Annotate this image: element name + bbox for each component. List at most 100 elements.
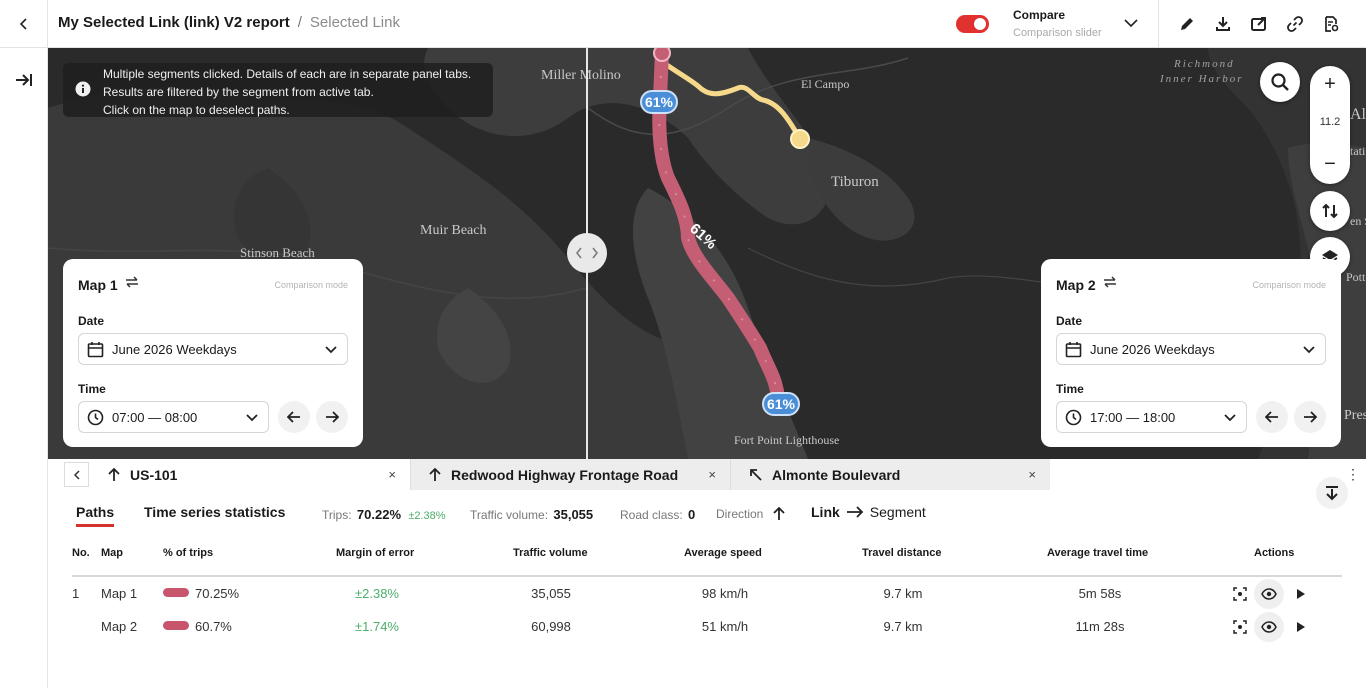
copy-link-button[interactable]	[1284, 13, 1306, 35]
close-tab-icon[interactable]: ×	[708, 467, 716, 482]
breadcrumb-current: Selected Link	[309, 14, 400, 31]
info-line: Results are filtered by the segment from…	[103, 85, 374, 99]
search-icon	[1271, 73, 1289, 91]
time-select[interactable]: 17:00 — 18:00	[1056, 401, 1247, 433]
table-row[interactable]: 1 Map 1 70.25% ±2.38% 35,055 98 km/h 9.7…	[72, 577, 1342, 610]
row-distance: 9.7 km	[883, 619, 923, 634]
place-label: Tiburon	[831, 174, 879, 190]
zoom-level: 11.2	[1319, 116, 1341, 128]
toggle-visibility-button[interactable]	[1254, 612, 1284, 642]
place-label: Inner Harbor	[1160, 73, 1244, 85]
route-end-badge[interactable]: 61%	[762, 392, 800, 416]
link-segment-toggle[interactable]: Link Segment	[811, 504, 926, 520]
calendar-icon	[87, 341, 104, 357]
previous-time-button[interactable]	[278, 401, 310, 433]
download-button[interactable]	[1212, 13, 1234, 35]
chevron-left-icon	[73, 469, 80, 480]
pencil-icon	[1181, 18, 1193, 30]
segment-tab-us101[interactable]: US-101 ×	[94, 459, 410, 490]
open-external-button[interactable]	[1248, 13, 1270, 35]
focus-path-button[interactable]	[1229, 583, 1251, 605]
chevron-down-icon	[1303, 346, 1315, 354]
tab-time-series[interactable]: Time series statistics	[144, 504, 285, 520]
more-options-icon[interactable]: ⋮	[1346, 466, 1360, 483]
comparison-mode-label: Comparison mode	[1252, 280, 1326, 290]
focus-path-button[interactable]	[1229, 616, 1251, 638]
swap-vertical-icon	[1322, 203, 1338, 219]
toggle-visibility-button[interactable]	[1254, 579, 1284, 609]
arrow-right-icon	[326, 411, 339, 423]
paths-table-header: No. Map % of trips Margin of error Traff…	[72, 544, 1342, 577]
zoom-in-button[interactable]: +	[1310, 66, 1350, 102]
info-icon	[75, 81, 91, 97]
time-label: Time	[78, 382, 106, 396]
time-label: Time	[1056, 382, 1084, 396]
map1-settings-panel: Map 1 Comparison mode Date June 2026 Wee…	[63, 259, 363, 447]
place-label: El Campo	[801, 77, 850, 91]
report-title[interactable]: My Selected Link (link) V2 report	[58, 14, 290, 31]
arrow-up-icon	[429, 467, 441, 482]
trips-color-swatch	[163, 621, 189, 630]
tabs-scroll-left-button[interactable]	[64, 462, 89, 487]
next-time-button[interactable]	[316, 401, 348, 433]
compare-dropdown-button[interactable]	[1122, 14, 1140, 37]
row-number: 1	[72, 586, 80, 601]
comparison-slider-handle[interactable]	[567, 233, 607, 273]
next-time-button[interactable]	[1294, 401, 1326, 433]
segment-tab-label: Almonte Boulevard	[772, 466, 901, 483]
chevron-left-icon	[19, 18, 27, 30]
back-button[interactable]	[0, 0, 48, 48]
direction-label: Direction	[716, 507, 764, 521]
previous-time-button[interactable]	[1256, 401, 1288, 433]
segment-tab-almonte[interactable]: Almonte Boulevard ×	[730, 459, 1050, 490]
arrow-left-icon	[287, 411, 300, 423]
expand-sidebar-button[interactable]	[8, 64, 40, 96]
chevron-down-icon	[325, 346, 337, 354]
compare-sublabel: Comparison slider	[1013, 27, 1102, 39]
breadcrumb: My Selected Link (link) V2 report / Select…	[58, 14, 400, 31]
time-select[interactable]: 07:00 — 08:00	[78, 401, 269, 433]
arrow-right-icon	[846, 506, 864, 518]
trips-color-swatch	[163, 588, 189, 597]
place-label: Pres	[1344, 408, 1366, 423]
play-path-button[interactable]	[1290, 583, 1312, 605]
swap-maps-button[interactable]	[125, 276, 139, 291]
tab-paths[interactable]: Paths	[76, 504, 115, 527]
route-start-badge[interactable]: 61%	[640, 90, 678, 114]
play-path-button[interactable]	[1290, 616, 1312, 638]
arrow-up-icon	[108, 467, 120, 482]
compare-toggle[interactable]	[956, 15, 989, 33]
chevron-left-icon	[576, 247, 582, 259]
segment-tab-label: US-101	[130, 466, 178, 483]
download-icon	[1216, 17, 1230, 31]
trips-error: ±2.38%	[408, 510, 446, 522]
swap-horizontal-icon	[1104, 276, 1116, 288]
segment-tab-redwood[interactable]: Redwood Highway Frontage Road ×	[410, 459, 730, 490]
map-search-button[interactable]	[1260, 62, 1300, 102]
time-value: 07:00 — 08:00	[112, 409, 198, 425]
collapse-panel-button[interactable]	[1316, 477, 1348, 509]
report-settings-button[interactable]	[1320, 13, 1342, 35]
date-select[interactable]: June 2026 Weekdays	[78, 333, 348, 365]
toolbar-divider	[1158, 0, 1159, 48]
info-line: Multiple segments clicked. Details of ea…	[103, 67, 472, 81]
column-header: Travel distance	[862, 547, 942, 559]
zoom-out-button[interactable]: −	[1310, 146, 1350, 182]
compare-selector[interactable]: Compare Comparison slider	[1013, 8, 1102, 39]
place-label: Potte	[1346, 270, 1366, 284]
chevron-down-icon	[1124, 19, 1138, 28]
close-tab-icon[interactable]: ×	[388, 467, 396, 482]
close-tab-icon[interactable]: ×	[1028, 467, 1036, 482]
row-volume: 35,055	[531, 586, 571, 601]
swap-maps-button[interactable]	[1103, 276, 1117, 291]
info-banner: Multiple segments clicked. Details of ea…	[63, 63, 493, 117]
map-view[interactable]: Miller Molino El Campo Richmond Inner Ha…	[48, 48, 1366, 459]
swap-direction-button[interactable]	[1310, 191, 1350, 231]
time-value: 17:00 — 18:00	[1090, 409, 1176, 425]
edit-button[interactable]	[1176, 13, 1198, 35]
link-icon	[1287, 16, 1303, 32]
top-bar: My Selected Link (link) V2 report / Select…	[0, 0, 1366, 48]
volume-stat: Traffic volume: 35,055	[470, 507, 593, 522]
date-select[interactable]: June 2026 Weekdays	[1056, 333, 1326, 365]
table-row[interactable]: Map 2 60.7% ±1.74% 60,998 51 km/h 9.7 km…	[72, 610, 1342, 643]
